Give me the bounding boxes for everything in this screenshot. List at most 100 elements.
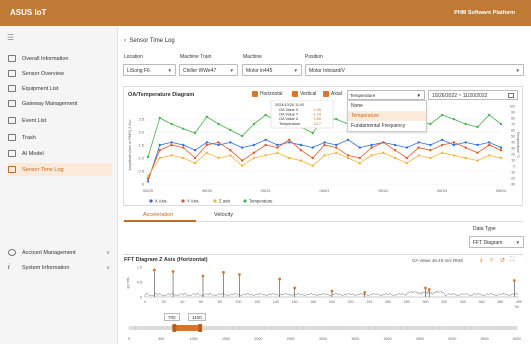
data-point (288, 141, 291, 144)
data-point (193, 156, 197, 160)
checkbox-checked-icon (252, 91, 258, 97)
y-right-tick-label: 0 (513, 165, 515, 169)
dropdown-option-fundamental-frequency[interactable]: Fundamental Frequency (348, 121, 426, 131)
data-point (193, 162, 197, 165)
data-point (146, 180, 150, 183)
diagram-title: OA/Temperature Diagram (128, 92, 195, 98)
data-point (452, 141, 456, 144)
data-point (205, 143, 209, 147)
location-select[interactable]: LiSong F6 ▼ (123, 64, 176, 76)
data-point (370, 143, 373, 147)
x-tick-label: 240 (366, 300, 372, 304)
data-point (440, 138, 444, 141)
data-point (476, 151, 479, 154)
back-chevron-icon[interactable]: ‹ (124, 38, 126, 44)
data-point (288, 156, 291, 160)
tab-acceleration[interactable]: Acceleration (143, 212, 173, 218)
fft-peak-marker (152, 268, 156, 272)
data-point (252, 122, 256, 126)
dropdown-option-temperature[interactable]: Temperature (348, 111, 426, 121)
sidebar-item-equipment-list[interactable]: Equipment List (8, 82, 112, 95)
data-point (346, 154, 350, 157)
range-high-value: 1100 (188, 313, 206, 321)
equipment-icon (8, 85, 16, 92)
data-point (370, 146, 373, 149)
data-point (182, 156, 185, 160)
y-right-tick-label: 50 (511, 135, 515, 139)
x-tick-label: 06/04 (496, 188, 507, 193)
data-point (170, 122, 173, 126)
sidebar-item-overall-information[interactable]: Overall Information (8, 52, 112, 65)
data-point (440, 151, 444, 154)
date-range-value: 10/26/2022 ~ 11/20/2022 (432, 93, 488, 99)
ai-icon (8, 150, 16, 157)
data-point (358, 162, 361, 165)
x-tick-label: 400 (516, 300, 522, 304)
sidebar-item-label: System Information (22, 264, 70, 271)
position-select[interactable]: Motor Inboard/V ▼ (305, 64, 524, 76)
data-point (311, 131, 314, 135)
slider-tick-label: 2500 (287, 337, 295, 341)
position-label: Position (305, 54, 323, 60)
y-right-tick-label: -30 (510, 183, 515, 187)
data-point (335, 118, 338, 121)
x-tick-label: 280 (404, 300, 410, 304)
y-axis-label: Amplitude (rms or RMS) Z Acc (128, 119, 132, 170)
data-point (217, 156, 220, 160)
tooltip-label: Temperature (279, 122, 300, 126)
sidebar-item-sensor-overview[interactable]: Sensor Overview (8, 67, 112, 80)
data-point (276, 146, 279, 149)
hamburger-menu-icon[interactable]: ☰ (7, 33, 14, 42)
axial-checkbox[interactable]: Axial (323, 90, 342, 98)
sidebar-item-ai-model[interactable]: AI Model (8, 147, 112, 160)
slider-handle-high (198, 324, 203, 332)
data-point (311, 156, 314, 160)
x-tick-label: 100 (236, 300, 242, 304)
data-type-select[interactable]: FFT Diagram ▼ (469, 236, 524, 248)
data-point (440, 113, 444, 117)
legend-label: Y Axis (187, 199, 199, 204)
x-tick-label: 360 (479, 300, 485, 304)
data-point (311, 164, 314, 167)
sidebar-item-sensor-time-log[interactable]: Sensor Time Log (8, 163, 112, 176)
data-point (488, 143, 491, 147)
horizontal-checkbox[interactable]: Horizontal (252, 90, 283, 98)
dropdown-option-none[interactable]: None (348, 101, 426, 111)
x-tick-label: 05/25 (143, 188, 154, 193)
y-right-tick-label: 60 (511, 129, 515, 133)
data-point (382, 141, 385, 144)
vertical-checkbox[interactable]: Vertical (292, 90, 316, 98)
data-point (370, 154, 373, 157)
x-tick-label: 05/30 (202, 188, 213, 193)
date-range-picker[interactable]: 10/26/2022 ~ 11/20/2022 (428, 90, 518, 100)
y-right-tick-label: 100 (509, 105, 515, 109)
sidebar-item-event-list[interactable]: Event List (8, 114, 112, 127)
data-point (358, 156, 361, 160)
data-point (217, 141, 220, 144)
data-point (440, 143, 444, 147)
machine-select[interactable]: Motor in445 ▼ (242, 64, 302, 76)
data-point (229, 149, 232, 152)
caret-down-icon: ▼ (167, 68, 172, 73)
tooltip-value: 1.24 (314, 113, 321, 117)
x-tick-label: 380 (497, 300, 503, 304)
sidebar-item-system-information[interactable]: i System Information ∨ (8, 261, 112, 274)
slider-tick-label: 1500 (222, 337, 230, 341)
vertical-label: Vertical (300, 91, 317, 97)
sidebar-item-trash[interactable]: Trash (8, 131, 112, 144)
data-point (429, 156, 432, 160)
sidebar-item-gateway-management[interactable]: Gateway Management (8, 97, 112, 110)
sidebar-item-label: Equipment List (22, 85, 59, 92)
y-right-tick-label: 30 (511, 147, 515, 151)
sensor-icon (8, 70, 16, 77)
frequency-range-slider[interactable]: 0 500 1000 1500 2000 2500 3000 3500 4000 4500 5000… (123, 321, 523, 344)
data-point (158, 156, 161, 160)
data-point (452, 118, 456, 121)
checkbox-checked-icon (292, 91, 298, 97)
sidebar-item-label: Sensor Overview (22, 70, 64, 77)
sidebar-item-account-management[interactable]: Account Management ∨ (8, 246, 112, 259)
machine-train-select[interactable]: Chiller WWe47 ▼ (179, 64, 238, 76)
overlay-select[interactable]: Temperature ▼ (347, 90, 425, 100)
data-point (393, 143, 397, 147)
tab-velocity[interactable]: Velocity (214, 212, 233, 218)
